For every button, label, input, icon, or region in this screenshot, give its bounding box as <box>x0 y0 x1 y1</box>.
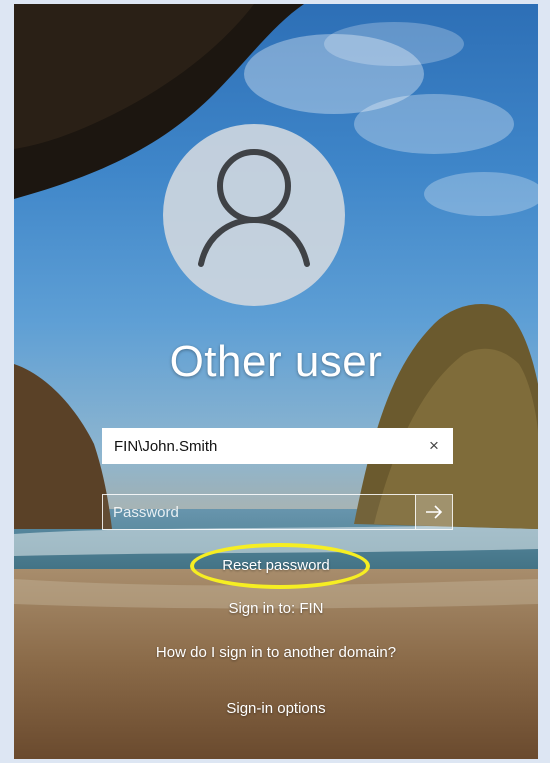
username-title: Other user <box>169 337 383 386</box>
user-avatar <box>163 124 345 306</box>
other-domain-link[interactable]: How do I sign in to another domain? <box>14 644 538 661</box>
clear-icon[interactable]: × <box>417 430 451 462</box>
username-field-container: × <box>102 428 453 464</box>
arrow-right-icon[interactable] <box>415 495 452 529</box>
sign-in-options-link[interactable]: Sign-in options <box>14 700 538 717</box>
password-input[interactable] <box>103 495 415 529</box>
arrow-right-icon-glyph <box>426 505 443 519</box>
lock-screen: Other user × Reset password Sign in to: … <box>14 4 538 759</box>
sign-in-to-label: Sign in to: FIN <box>228 600 324 617</box>
user-silhouette-icon <box>198 149 310 267</box>
username-input[interactable] <box>104 430 414 462</box>
reset-password-link[interactable]: Reset password <box>14 557 538 574</box>
password-field-container <box>102 494 453 530</box>
